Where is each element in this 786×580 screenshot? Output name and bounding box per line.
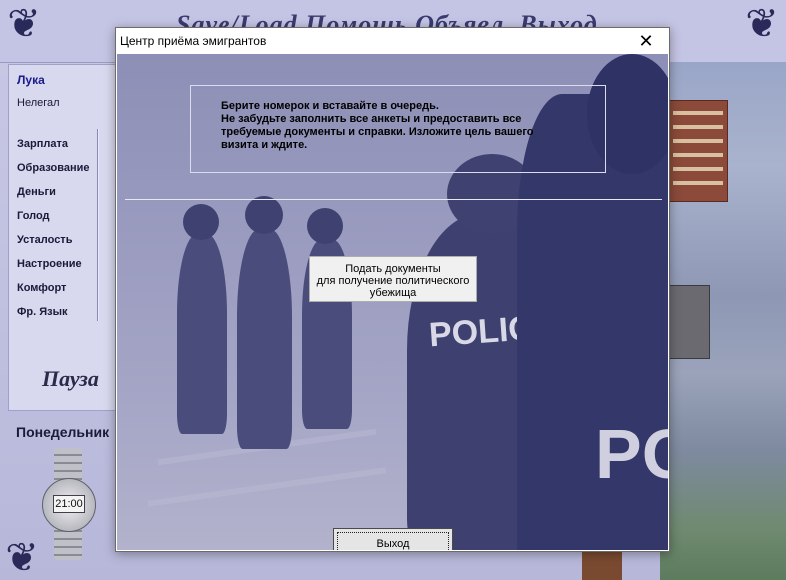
stat-label: Голод <box>17 210 50 222</box>
stat-label: Деньги <box>17 186 56 198</box>
character-panel: Лука Нелегал Зарплата Образование Деньги… <box>8 64 121 411</box>
corner-ornament-icon: ❦ <box>745 2 779 46</box>
close-button[interactable]: ✕ <box>623 28 669 54</box>
officer-head <box>245 196 283 234</box>
button-label: убежища <box>369 287 417 299</box>
officer-figure <box>237 229 292 449</box>
apply-asylum-button[interactable]: Подать документы для получение политичес… <box>309 256 477 302</box>
stat-label: Фр. Язык <box>17 306 68 318</box>
stat-label: Образование <box>17 162 90 174</box>
character-name: Лука <box>17 73 45 87</box>
stat-label: Комфорт <box>17 282 67 294</box>
button-label: Подать документы <box>345 263 441 275</box>
police-background-image: POLICE PO Берите номерок и вставайте в о… <box>117 54 668 550</box>
info-line: визита и ждите. <box>221 139 308 151</box>
pause-button[interactable]: Пауза <box>42 366 99 392</box>
info-box: Берите номерок и вставайте в очередь. Не… <box>190 85 606 173</box>
building-icon[interactable] <box>668 100 728 202</box>
corner-ornament-icon: ❦ <box>5 536 39 580</box>
dialog-title: Центр приёма эмигрантов <box>120 34 267 48</box>
dialog-titlebar[interactable]: Центр приёма эмигрантов ✕ <box>116 28 669 54</box>
corner-ornament-icon: ❦ <box>7 2 41 46</box>
police-label: PO <box>595 415 668 493</box>
info-line: Берите номерок и вставайте в очередь. <box>221 100 439 112</box>
weekday-label: Понедельник <box>16 424 110 440</box>
exit-button[interactable]: Выход <box>333 528 453 550</box>
building-icon[interactable] <box>582 548 622 580</box>
stat-label: Усталость <box>17 234 73 246</box>
info-line: Не забудьте заполнить все анкеты и предо… <box>221 113 522 125</box>
separator-line <box>125 199 662 200</box>
character-status: Нелегал <box>17 97 60 109</box>
officer-figure <box>177 234 227 434</box>
immigration-center-dialog: Центр приёма эмигрантов ✕ POLICE PO Бери… <box>115 27 670 552</box>
exit-button-label: Выход <box>337 532 449 550</box>
info-line: требуемые документы и справки. Изложите … <box>221 126 534 138</box>
stat-divider <box>97 129 99 321</box>
wristwatch-icon: 21:00 <box>40 448 96 560</box>
stat-label: Зарплата <box>17 138 68 150</box>
officer-head <box>307 208 343 244</box>
stat-label: Настроение <box>17 258 82 270</box>
street-marking <box>147 467 387 507</box>
clock-time: 21:00 <box>53 495 85 513</box>
stats-list: Зарплата Образование Деньги Голод Устало… <box>17 137 90 329</box>
button-label: для получение политического <box>316 275 470 287</box>
building-icon[interactable] <box>668 285 710 359</box>
officer-head <box>183 204 219 240</box>
